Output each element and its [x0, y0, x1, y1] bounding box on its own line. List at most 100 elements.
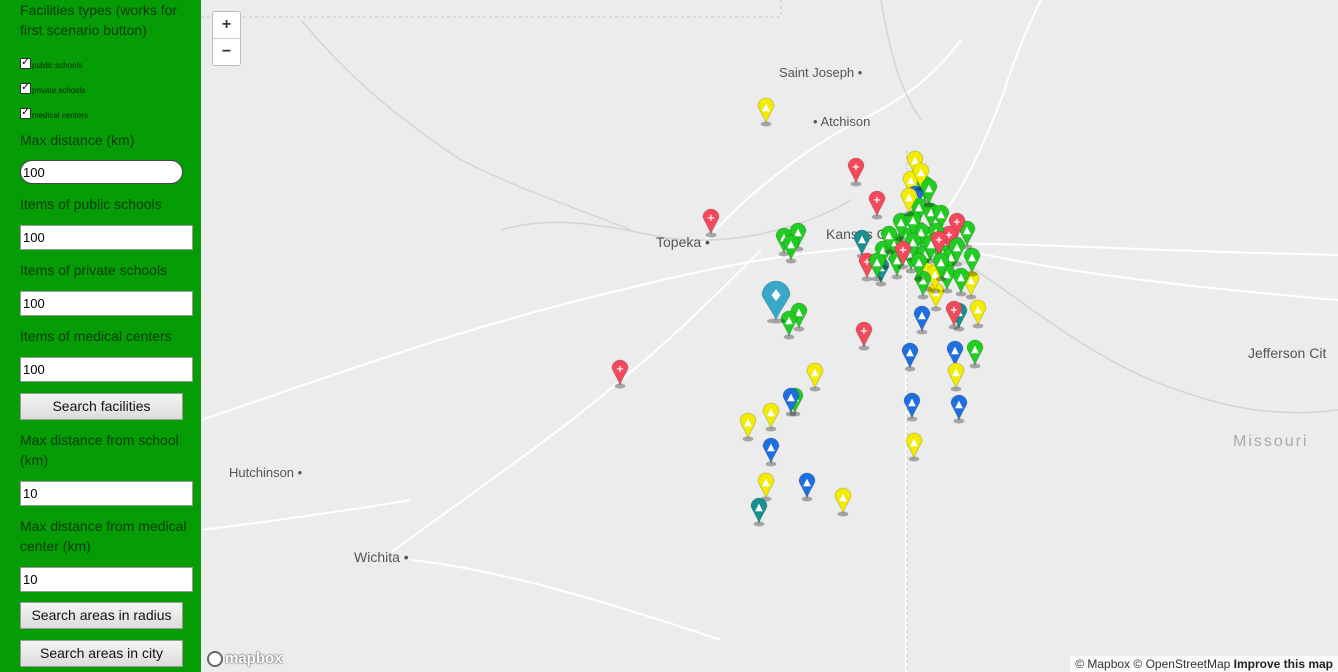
search-areas-city-button[interactable]: Search areas in city: [20, 640, 183, 667]
medical-cross-icon: +: [616, 364, 624, 375]
private-items-input[interactable]: [20, 291, 193, 316]
attribution-mapbox-link[interactable]: © Mapbox: [1075, 657, 1130, 671]
zoom-in-button[interactable]: +: [213, 12, 240, 38]
school-marker[interactable]: ▲: [903, 392, 921, 422]
south-road: [410, 559, 722, 641]
medical-center-marker[interactable]: +: [611, 359, 629, 389]
missouri-river: [880, 0, 922, 121]
city-saint-joseph: Saint Joseph •: [779, 65, 863, 80]
school-marker[interactable]: ▲: [910, 252, 928, 282]
graduation-cap-icon: ▲: [906, 347, 914, 358]
medical-center-marker[interactable]: +: [945, 300, 963, 330]
zoom-out-button[interactable]: −: [213, 38, 240, 65]
medical-items-input[interactable]: [20, 357, 193, 382]
turnpike-road: [380, 249, 762, 561]
sidebar: Facilities types (works for first scenar…: [0, 0, 201, 672]
graduation-cap-icon: ▲: [762, 102, 770, 113]
mapbox-logo[interactable]: mapbox: [207, 650, 283, 667]
graduation-cap-icon: ▲: [952, 367, 960, 378]
state-border-north: [201, 0, 782, 18]
highway-road: [201, 242, 1338, 421]
max-from-medical-label: Max distance from medical center (km): [20, 518, 187, 554]
graduation-cap-icon: ▲: [787, 392, 795, 403]
map[interactable]: + − Saint Joseph • • Atchison Topeka • K…: [201, 0, 1338, 672]
public-items-input[interactable]: [20, 225, 193, 250]
school-marker[interactable]: ▲: [782, 387, 800, 417]
private-schools-checkbox-label: private schools: [32, 85, 86, 95]
school-marker[interactable]: ▲: [762, 402, 780, 432]
school-marker[interactable]: ▲: [798, 472, 816, 502]
graduation-cap-icon: ▲: [767, 407, 775, 418]
user-location-marker[interactable]: ♦: [761, 280, 791, 324]
school-marker[interactable]: ▲: [806, 362, 824, 392]
search-areas-radius-button[interactable]: Search areas in radius: [20, 602, 183, 629]
attribution-osm-link[interactable]: © OpenStreetMap: [1133, 657, 1230, 671]
school-marker[interactable]: ▲: [966, 339, 984, 369]
graduation-cap-icon: ▲: [925, 183, 933, 194]
school-marker[interactable]: ▲: [969, 299, 987, 329]
private-schools-checkbox-row[interactable]: ✓ private schools: [20, 81, 85, 95]
graduation-cap-icon: ▲: [937, 209, 945, 220]
graduation-cap-icon: ▲: [839, 492, 847, 503]
school-marker[interactable]: ▲: [947, 362, 965, 392]
medical-cross-icon: +: [950, 305, 958, 316]
school-marker[interactable]: ▲: [757, 97, 775, 127]
graduation-cap-icon: ▲: [937, 257, 945, 268]
medical-center-marker[interactable]: +: [868, 190, 886, 220]
mapbox-logo-icon: [207, 650, 223, 667]
medical-cross-icon: +: [860, 326, 868, 337]
river-north: [300, 19, 632, 231]
school-marker[interactable]: ▲: [762, 437, 780, 467]
graduation-cap-icon: ▲: [858, 234, 866, 245]
school-marker[interactable]: ▲: [950, 394, 968, 424]
graduation-cap-icon: ▲: [905, 192, 913, 203]
graduation-cap-icon: ▲: [762, 477, 770, 488]
zoom-control: + −: [212, 11, 241, 66]
graduation-cap-icon: ▲: [767, 442, 775, 453]
city-hutchinson: Hutchinson •: [229, 465, 303, 480]
river-east: [960, 259, 1338, 414]
school-marker[interactable]: ▲: [920, 178, 938, 208]
school-marker[interactable]: ▲: [750, 497, 768, 527]
school-marker[interactable]: ▲: [834, 487, 852, 517]
medical-items-label: Items of medical centers: [20, 328, 172, 344]
graduation-cap-icon: ▲: [908, 397, 916, 408]
city-jefferson-city: Jefferson Cit: [1248, 345, 1327, 361]
graduation-cap-icon: ▲: [755, 502, 763, 513]
school-marker[interactable]: ▲: [868, 252, 886, 282]
medical-centers-checkbox-row[interactable]: ✓ medical centers: [20, 106, 88, 120]
walking-person-icon: ♦: [769, 286, 783, 305]
graduation-cap-icon: ▲: [955, 399, 963, 410]
max-from-school-label: Max distance from school (km): [20, 432, 179, 468]
medical-cross-icon: +: [707, 213, 715, 224]
graduation-cap-icon: ▲: [953, 242, 961, 253]
graduation-cap-icon: ▲: [910, 437, 918, 448]
medical-cross-icon: +: [852, 162, 860, 173]
medical-cross-icon: +: [899, 245, 907, 256]
public-schools-checkbox-label: public schools: [32, 60, 83, 70]
private-schools-checkbox[interactable]: ✓: [20, 82, 31, 94]
school-marker[interactable]: ▲: [948, 237, 966, 267]
medical-centers-checkbox-label: medical centers: [32, 110, 89, 120]
public-schools-checkbox[interactable]: ✓: [20, 57, 31, 69]
medical-center-marker[interactable]: +: [855, 321, 873, 351]
max-distance-input[interactable]: [20, 160, 183, 184]
medical-center-marker[interactable]: +: [847, 157, 865, 187]
search-facilities-button[interactable]: Search facilities: [20, 393, 183, 420]
graduation-cap-icon: ▲: [968, 252, 976, 263]
graduation-cap-icon: ▲: [787, 239, 795, 250]
school-marker[interactable]: ▲: [952, 267, 970, 297]
public-schools-checkbox-row[interactable]: ✓ public schools: [20, 56, 82, 70]
school-marker[interactable]: ▲: [782, 234, 800, 264]
max-from-school-input[interactable]: [20, 481, 193, 506]
graduation-cap-icon: ▲: [957, 272, 965, 283]
medical-centers-checkbox[interactable]: ✓: [20, 107, 31, 119]
west-road: [201, 499, 412, 531]
school-marker[interactable]: ▲: [901, 342, 919, 372]
school-marker[interactable]: ▲: [905, 432, 923, 462]
attribution-improve-link[interactable]: Improve this map: [1234, 657, 1333, 671]
max-from-medical-input[interactable]: [20, 567, 193, 592]
graduation-cap-icon: ▲: [974, 304, 982, 315]
medical-center-marker[interactable]: +: [702, 208, 720, 238]
school-marker[interactable]: ▲: [739, 412, 757, 442]
